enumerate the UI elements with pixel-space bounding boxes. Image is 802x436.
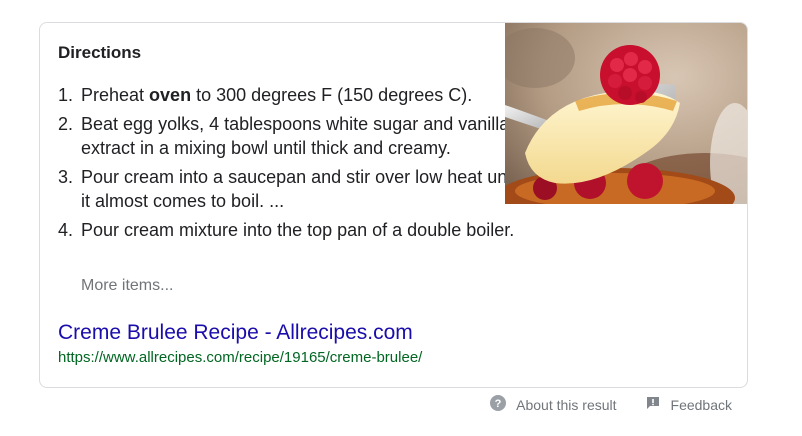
- step-number: 3.: [58, 167, 74, 187]
- step-number: 4.: [58, 220, 74, 240]
- about-this-result-label: About this result: [516, 396, 617, 413]
- step-text: to 300 degrees F (150 degrees C).: [191, 85, 473, 105]
- feedback-button[interactable]: Feedback: [645, 395, 732, 414]
- feedback-label: Feedback: [670, 396, 732, 413]
- featured-snippet-card: Directions 1. Preheat oven to 300 degree…: [39, 22, 748, 388]
- feedback-icon: [645, 395, 661, 414]
- svg-text:?: ?: [495, 398, 502, 410]
- result-title-link[interactable]: Creme Brulee Recipe - Allrecipes.com: [58, 321, 413, 345]
- list-item: 3. Pour cream into a saucepan and stir o…: [58, 165, 528, 213]
- creme-brulee-photo-icon: [505, 23, 747, 204]
- step-number: 1.: [58, 85, 74, 105]
- step-text: Beat egg yolks, 4 tablespoons white suga…: [81, 114, 510, 158]
- step-text: Pour cream into a saucepan and stir over…: [81, 167, 521, 211]
- step-text: Pour cream mixture into the top pan of a…: [81, 220, 515, 240]
- help-circle-icon: ?: [490, 395, 507, 414]
- step-bold-text: oven: [149, 85, 192, 105]
- result-footer: ? About this result Feedback: [490, 395, 732, 414]
- list-item: 1. Preheat oven to 300 degrees F (150 de…: [58, 83, 528, 107]
- more-items-link[interactable]: More items...: [81, 277, 173, 295]
- snippet-heading: Directions: [58, 43, 142, 62]
- list-item: 2. Beat egg yolks, 4 tablespoons white s…: [58, 112, 528, 160]
- about-this-result-button[interactable]: ? About this result: [490, 395, 617, 414]
- list-item: 4. Pour cream mixture into the top pan o…: [58, 218, 528, 242]
- step-number: 2.: [58, 114, 74, 134]
- step-text: Preheat: [81, 85, 150, 105]
- result-url: https://www.allrecipes.com/recipe/19165/…: [58, 349, 423, 366]
- creme-brulee-image[interactable]: [505, 23, 747, 204]
- directions-list: 1. Preheat oven to 300 degrees F (150 de…: [58, 83, 528, 247]
